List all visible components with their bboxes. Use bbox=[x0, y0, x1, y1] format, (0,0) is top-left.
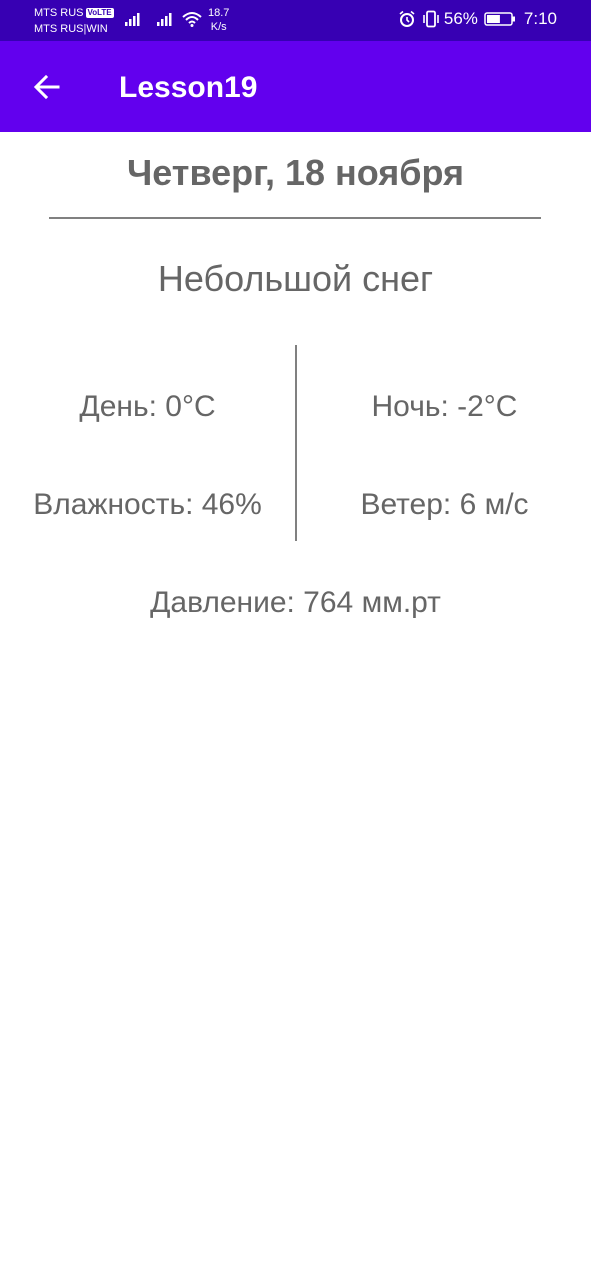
speed-unit: K/s bbox=[210, 21, 227, 33]
battery-icon bbox=[484, 12, 515, 26]
volte-badge: VoLTE bbox=[85, 8, 114, 18]
back-button[interactable] bbox=[22, 63, 70, 111]
day-temperature: День: 0°C bbox=[79, 390, 216, 423]
signal-icon bbox=[157, 13, 172, 26]
carrier-info: MTS RUS VoLTE MTS RUS|WIN bbox=[34, 5, 114, 37]
divider bbox=[49, 217, 541, 219]
arrow-back-icon bbox=[33, 74, 60, 100]
battery-percent: 56% bbox=[443, 9, 478, 28]
wifi-icon bbox=[182, 12, 202, 27]
night-temperature: Ночь: -2°C bbox=[371, 390, 518, 423]
speed-value: 18.7 bbox=[208, 7, 230, 19]
humidity: Влажность: 46% bbox=[33, 488, 262, 521]
carrier-1-label: MTS RUS bbox=[34, 7, 84, 19]
weather-description: Небольшой снег bbox=[157, 258, 434, 299]
app-title: Lesson19 bbox=[119, 71, 258, 104]
clock: 7:10 bbox=[523, 9, 557, 28]
status-bar: MTS RUS VoLTE MTS RUS|WIN 18.7 K/s 56% 7… bbox=[0, 0, 591, 41]
vibrate-icon bbox=[423, 10, 439, 28]
signal-icon bbox=[125, 13, 140, 26]
wind-speed: Ветер: 6 м/с bbox=[360, 488, 529, 521]
alarm-icon bbox=[399, 10, 415, 27]
carrier-2-label: MTS RUS|WIN bbox=[34, 23, 108, 35]
network-speed: 18.7 K/s bbox=[208, 6, 229, 34]
status-right: 56% 7:10 bbox=[398, 9, 557, 29]
date-title: Четверг, 18 ноября bbox=[126, 152, 465, 193]
app-bar: Lesson19 bbox=[0, 41, 591, 132]
pressure: Давление: 764 мм.рт bbox=[150, 586, 441, 619]
